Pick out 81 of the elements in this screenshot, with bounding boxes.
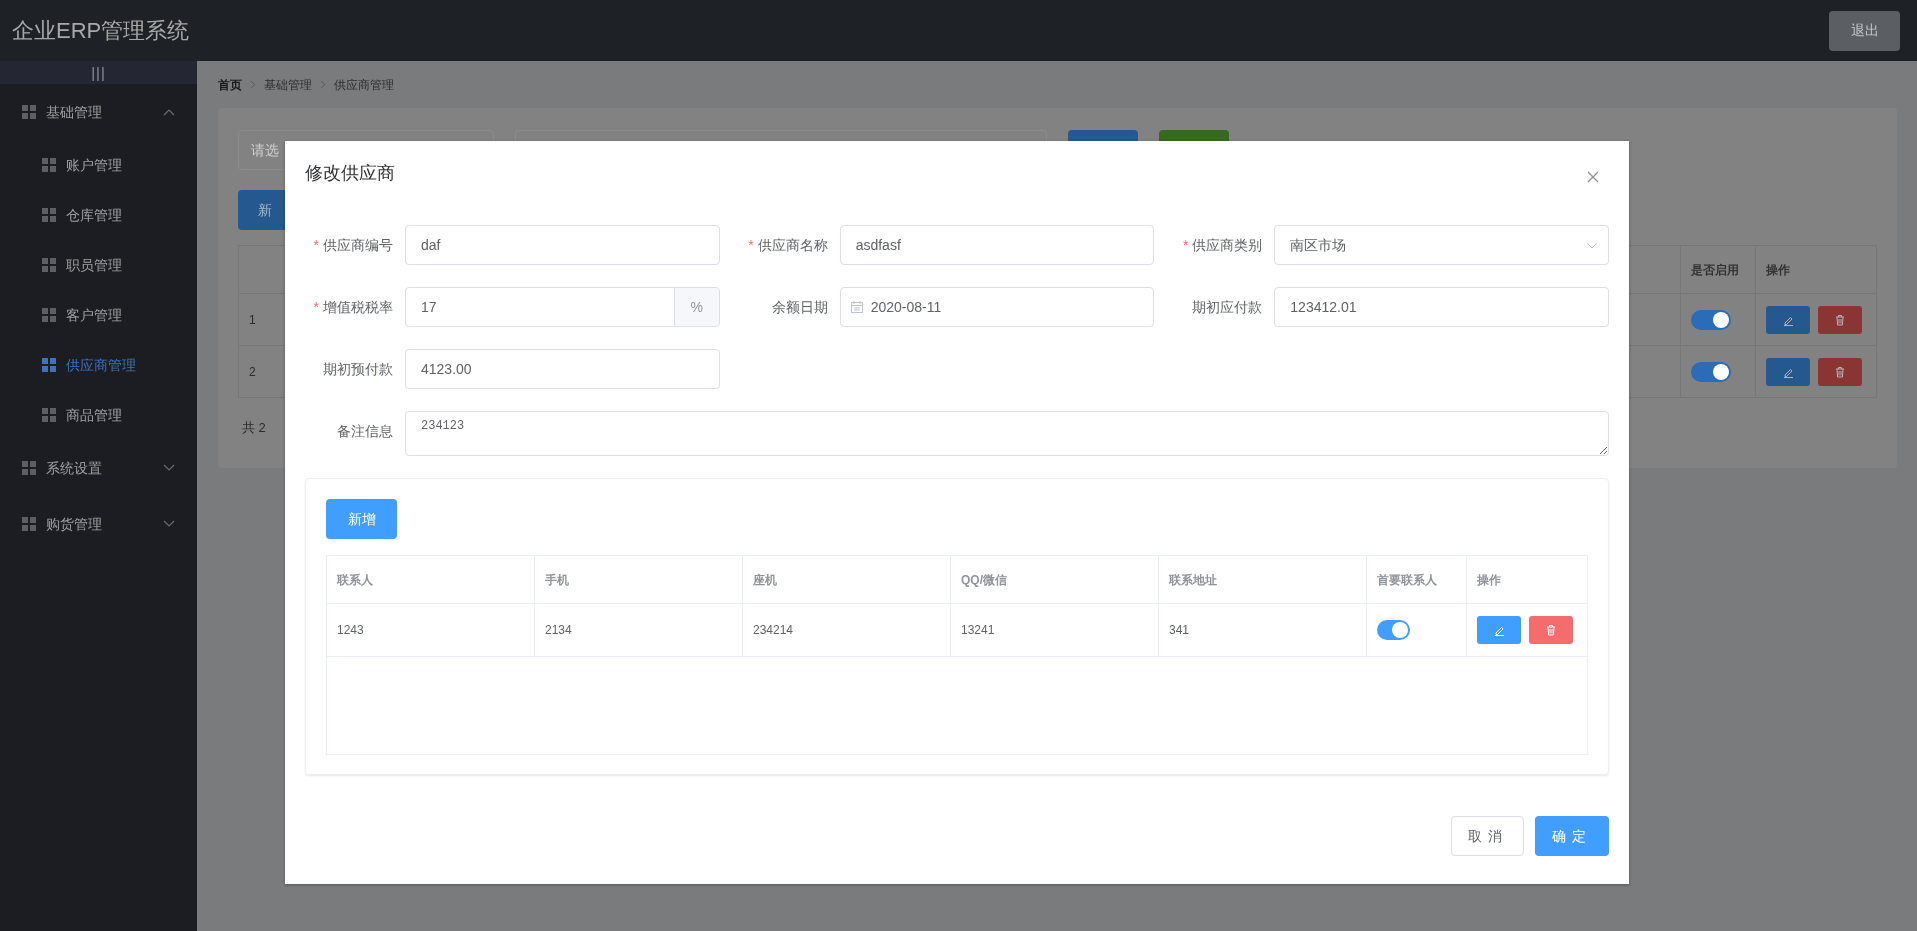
delete-button[interactable]	[1529, 616, 1573, 644]
field-label: 备注信息	[336, 422, 394, 441]
column-header: 是否启用	[1691, 262, 1739, 277]
submenu-item[interactable]: 职员管理	[0, 240, 197, 290]
grid-icon	[42, 308, 56, 322]
select-field[interactable]: 南区市场	[1274, 225, 1609, 265]
delete-button[interactable]	[1818, 305, 1862, 334]
trash-icon	[1545, 624, 1557, 636]
column-header: 座机	[753, 572, 777, 587]
menu-item[interactable]: 系统设置	[0, 440, 197, 496]
column-header: 操作	[1477, 572, 1501, 587]
row-number: 1	[249, 312, 256, 327]
grid-icon	[42, 408, 56, 422]
input-field[interactable]: daf	[405, 225, 720, 265]
app-title: 企业ERP管理系统	[12, 17, 190, 45]
remark-field[interactable]: 234123	[405, 411, 1609, 456]
submenu-item[interactable]: 供应商管理	[0, 340, 197, 390]
pencil-icon	[1493, 624, 1505, 636]
grid-icon	[22, 517, 36, 531]
submenu-item[interactable]: 客户管理	[0, 290, 197, 340]
row-number: 2	[249, 364, 256, 379]
grid-icon	[42, 158, 56, 172]
collapse-toggle[interactable]: |||	[91, 61, 106, 84]
table-cell: 1243	[337, 623, 364, 637]
grid-icon	[22, 105, 36, 119]
grid-icon	[42, 208, 56, 222]
date-field[interactable]: 2020-08-11	[839, 287, 1155, 327]
trash-icon	[1834, 365, 1846, 378]
field-label: * 供应商类别	[1181, 235, 1264, 255]
chevron-icon	[163, 464, 175, 472]
grid-icon	[42, 258, 56, 272]
separator-icon	[250, 80, 256, 89]
chevron-icon	[163, 520, 175, 528]
column-header: 联系人	[337, 572, 373, 587]
column-header: 操作	[1766, 262, 1790, 277]
edit-button[interactable]	[1766, 305, 1810, 334]
submenu-item[interactable]: 仓库管理	[0, 190, 197, 240]
separator-icon	[320, 80, 326, 89]
table-cell: 13241	[961, 623, 995, 637]
delete-button[interactable]	[1818, 357, 1862, 386]
field-label: 期初应付款	[1191, 297, 1264, 317]
cancel-button[interactable]: 取消	[1451, 816, 1524, 856]
unit-suffix: %	[673, 288, 719, 326]
field-label: 期初预付款	[322, 359, 394, 379]
grid-icon	[22, 461, 36, 475]
toggle-switch[interactable]	[1691, 309, 1731, 330]
breadcrumb-link[interactable]: 基础管理	[264, 75, 312, 94]
column-header: 首要联系人	[1377, 572, 1437, 587]
trash-icon	[1834, 313, 1846, 326]
table-cell: 234214	[753, 623, 794, 637]
column-header: 联系地址	[1169, 572, 1217, 587]
field-label: * 增值税税率	[312, 297, 394, 317]
grid-icon	[42, 358, 56, 372]
input-field[interactable]: 123412.01	[1274, 287, 1609, 327]
column-header: QQ/微信	[961, 572, 1007, 587]
total-count: 共 2	[242, 419, 266, 437]
calendar-icon	[850, 301, 863, 313]
chevron-icon	[163, 108, 175, 116]
field-label: 余额日期	[770, 297, 829, 317]
breadcrumb-link[interactable]: 首页	[218, 75, 242, 94]
menu-item[interactable]: 购货管理	[0, 496, 197, 552]
edit-button[interactable]	[1766, 357, 1810, 386]
table-cell: 2134	[545, 623, 572, 637]
breadcrumb-link[interactable]: 供应商管理	[334, 75, 394, 94]
dialog-title: 修改供应商	[305, 162, 395, 185]
toggle-switch[interactable]	[1691, 361, 1731, 382]
column-header: 手机	[545, 572, 569, 587]
field-label: * 供应商名称	[747, 235, 829, 255]
toggle-switch[interactable]	[1377, 620, 1410, 640]
input-field[interactable]: 4123.00	[405, 349, 720, 389]
close-icon[interactable]	[1587, 171, 1599, 183]
edit-button[interactable]	[1477, 616, 1521, 644]
field-label: * 供应商编号	[312, 235, 394, 255]
input-field[interactable]: 17 %	[405, 287, 720, 327]
chevron-down-icon	[1586, 241, 1598, 249]
submenu-item[interactable]: 商品管理	[0, 390, 197, 440]
submenu-item[interactable]: 账户管理	[0, 140, 197, 190]
menu-item[interactable]: 基础管理	[0, 84, 197, 140]
logout-button[interactable]: 退出	[1829, 10, 1900, 51]
input-field[interactable]: asdfasf	[839, 225, 1155, 265]
table-cell: 341	[1169, 623, 1190, 637]
